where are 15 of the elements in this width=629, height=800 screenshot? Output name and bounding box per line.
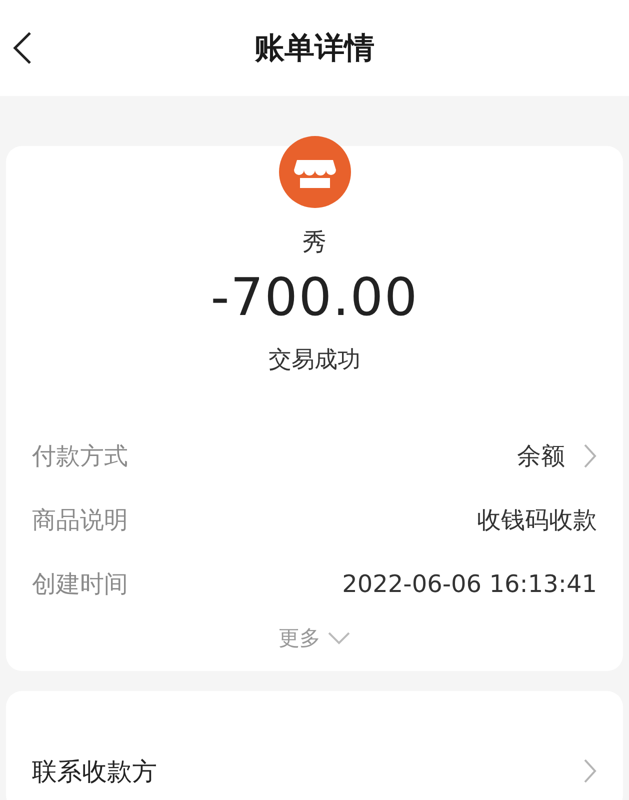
detail-link[interactable]: 余额	[517, 440, 597, 472]
chevron-right-icon	[583, 443, 597, 469]
detail-label: 商品说明	[32, 505, 128, 536]
contact-payee-row[interactable]: 联系收款方	[6, 691, 623, 800]
back-icon	[12, 31, 32, 65]
detail-value: 收钱码收款	[477, 505, 597, 536]
chevron-right-icon	[583, 758, 597, 784]
status-text: 交易成功	[268, 346, 360, 375]
detail-value: 2022-06-06 16:13:41	[342, 570, 597, 598]
detail-label: 付款方式	[32, 441, 128, 472]
merchant-name: 秀	[302, 227, 326, 258]
amount: -700.00	[210, 268, 418, 328]
chevron-down-icon	[326, 631, 350, 645]
detail-label: 创建时间	[32, 569, 128, 600]
page-title: 账单详情	[254, 30, 376, 68]
